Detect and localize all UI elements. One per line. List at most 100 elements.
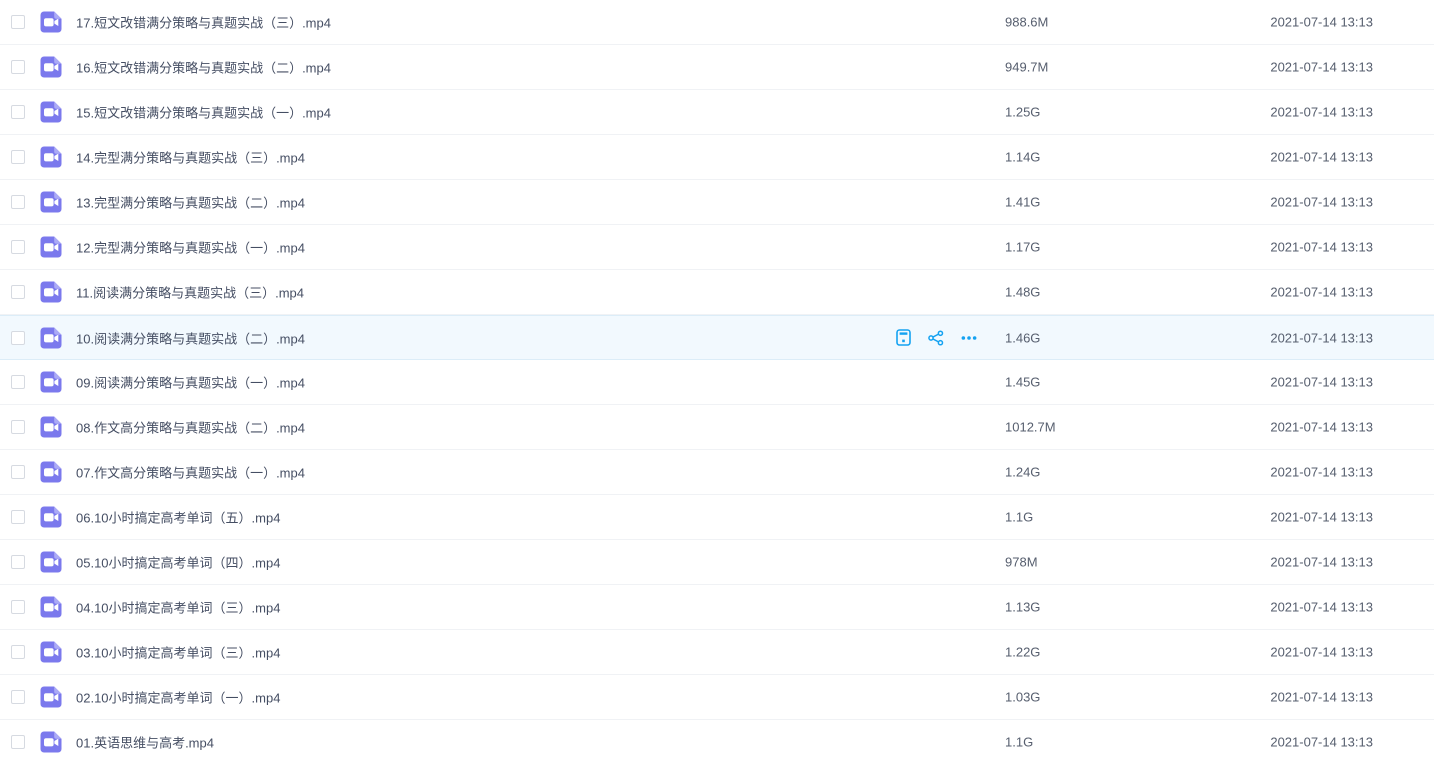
- file-name-link[interactable]: 03.10小时搞定高考单词（三）.mp4: [76, 643, 280, 662]
- file-name-link[interactable]: 17.短文改错满分策略与真题实战（三）.mp4: [76, 13, 331, 32]
- file-row[interactable]: 06.10小时搞定高考单词（五）.mp4: [0, 495, 1434, 540]
- file-name-link[interactable]: 07.作文高分策略与真题实战（一）.mp4: [76, 463, 305, 482]
- file-size: 1012.7M: [1005, 420, 1056, 435]
- file-name-link[interactable]: 11.阅读满分策略与真题实战（三）.mp4: [76, 283, 304, 302]
- video-file-icon: [40, 101, 62, 123]
- file-row[interactable]: 09.阅读满分策略与真题实战（一）.mp4: [0, 360, 1434, 405]
- file-size: 1.17G: [1005, 240, 1040, 255]
- row-checkbox[interactable]: [11, 510, 25, 524]
- file-name-link[interactable]: 05.10小时搞定高考单词（四）.mp4: [76, 553, 280, 572]
- file-size: 1.1G: [1005, 510, 1033, 525]
- file-modified-date: 2021-07-14 13:13: [1270, 105, 1373, 120]
- video-file-icon: [40, 551, 62, 573]
- video-file-icon: [40, 56, 62, 78]
- row-checkbox[interactable]: [11, 15, 25, 29]
- row-checkbox[interactable]: [11, 465, 25, 479]
- file-row[interactable]: 12.完型满分策略与真题实战（一）.mp4: [0, 225, 1434, 270]
- file-modified-date: 2021-07-14 13:13: [1270, 600, 1373, 615]
- file-row[interactable]: 10.阅读满分策略与真题实战（二）.mp4: [0, 315, 1434, 360]
- file-row[interactable]: 17.短文改错满分策略与真题实战（三）.mp4: [0, 0, 1434, 45]
- row-checkbox[interactable]: [11, 555, 25, 569]
- row-checkbox[interactable]: [11, 690, 25, 704]
- file-size: 1.24G: [1005, 465, 1040, 480]
- video-file-icon: [40, 641, 62, 663]
- video-file-icon: [40, 281, 62, 303]
- file-row[interactable]: 15.短文改错满分策略与真题实战（一）.mp4: [0, 90, 1434, 135]
- device-icon[interactable]: [895, 330, 911, 346]
- file-row[interactable]: 16.短文改错满分策略与真题实战（二）.mp4: [0, 45, 1434, 90]
- file-row[interactable]: 14.完型满分策略与真题实战（三）.mp4: [0, 135, 1434, 180]
- file-size: 949.7M: [1005, 60, 1048, 75]
- row-checkbox[interactable]: [11, 645, 25, 659]
- file-row[interactable]: 07.作文高分策略与真题实战（一）.mp4: [0, 450, 1434, 495]
- file-modified-date: 2021-07-14 13:13: [1270, 690, 1373, 705]
- file-size: 988.6M: [1005, 15, 1048, 30]
- file-modified-date: 2021-07-14 13:13: [1270, 735, 1373, 750]
- file-size: 1.13G: [1005, 600, 1040, 615]
- row-checkbox[interactable]: [11, 331, 25, 345]
- file-row[interactable]: 02.10小时搞定高考单词（一）.mp4: [0, 675, 1434, 720]
- file-size: 1.25G: [1005, 105, 1040, 120]
- video-file-icon: [40, 11, 62, 33]
- file-name-link[interactable]: 09.阅读满分策略与真题实战（一）.mp4: [76, 373, 305, 392]
- file-modified-date: 2021-07-14 13:13: [1270, 645, 1373, 660]
- file-row[interactable]: 08.作文高分策略与真题实战（二）.mp4: [0, 405, 1434, 450]
- file-size: 1.41G: [1005, 195, 1040, 210]
- file-modified-date: 2021-07-14 13:13: [1270, 420, 1373, 435]
- file-size: 1.1G: [1005, 735, 1033, 750]
- file-row[interactable]: 11.阅读满分策略与真题实战（三）.mp4: [0, 270, 1434, 315]
- video-file-icon: [40, 731, 62, 753]
- video-file-icon: [40, 191, 62, 213]
- video-file-icon: [40, 461, 62, 483]
- file-name-link[interactable]: 12.完型满分策略与真题实战（一）.mp4: [76, 238, 305, 257]
- row-checkbox[interactable]: [11, 60, 25, 74]
- video-file-icon: [40, 686, 62, 708]
- file-size: 1.14G: [1005, 150, 1040, 165]
- file-name-link[interactable]: 01.英语思维与高考.mp4: [76, 733, 214, 752]
- row-checkbox[interactable]: [11, 240, 25, 254]
- file-modified-date: 2021-07-14 13:13: [1270, 240, 1373, 255]
- row-checkbox[interactable]: [11, 735, 25, 749]
- file-row[interactable]: 04.10小时搞定高考单词（三）.mp4: [0, 585, 1434, 630]
- file-size: 1.46G: [1005, 330, 1040, 345]
- file-size: 1.03G: [1005, 690, 1040, 705]
- video-file-icon: [40, 371, 62, 393]
- video-file-icon: [40, 506, 62, 528]
- video-file-icon: [40, 327, 62, 349]
- row-checkbox[interactable]: [11, 285, 25, 299]
- file-name-link[interactable]: 16.短文改错满分策略与真题实战（二）.mp4: [76, 58, 331, 77]
- file-list: 17.短文改错满分策略与真题实战（三）.mp4: [0, 0, 1434, 764]
- file-name-link[interactable]: 15.短文改错满分策略与真题实战（一）.mp4: [76, 103, 331, 122]
- video-file-icon: [40, 236, 62, 258]
- file-size: 978M: [1005, 555, 1038, 570]
- file-row[interactable]: 05.10小时搞定高考单词（四）.mp4: [0, 540, 1434, 585]
- file-name-link[interactable]: 14.完型满分策略与真题实战（三）.mp4: [76, 148, 305, 167]
- file-row[interactable]: 03.10小时搞定高考单词（三）.mp4: [0, 630, 1434, 675]
- file-modified-date: 2021-07-14 13:13: [1270, 195, 1373, 210]
- row-checkbox[interactable]: [11, 150, 25, 164]
- share-icon[interactable]: [928, 330, 944, 346]
- row-checkbox[interactable]: [11, 600, 25, 614]
- file-modified-date: 2021-07-14 13:13: [1270, 555, 1373, 570]
- file-modified-date: 2021-07-14 13:13: [1270, 60, 1373, 75]
- row-hover-actions: [895, 330, 977, 346]
- video-file-icon: [40, 596, 62, 618]
- more-actions-icon[interactable]: [961, 330, 977, 346]
- row-checkbox[interactable]: [11, 195, 25, 209]
- file-row[interactable]: 13.完型满分策略与真题实战（二）.mp4: [0, 180, 1434, 225]
- file-name-link[interactable]: 08.作文高分策略与真题实战（二）.mp4: [76, 418, 305, 437]
- file-name-link[interactable]: 04.10小时搞定高考单词（三）.mp4: [76, 598, 280, 617]
- file-row[interactable]: 01.英语思维与高考.mp4: [0, 720, 1434, 764]
- file-name-link[interactable]: 06.10小时搞定高考单词（五）.mp4: [76, 508, 280, 527]
- file-modified-date: 2021-07-14 13:13: [1270, 15, 1373, 30]
- file-modified-date: 2021-07-14 13:13: [1270, 375, 1373, 390]
- file-name-link[interactable]: 13.完型满分策略与真题实战（二）.mp4: [76, 193, 305, 212]
- file-size: 1.45G: [1005, 375, 1040, 390]
- file-name-link[interactable]: 02.10小时搞定高考单词（一）.mp4: [76, 688, 280, 707]
- row-checkbox[interactable]: [11, 105, 25, 119]
- file-modified-date: 2021-07-14 13:13: [1270, 285, 1373, 300]
- row-checkbox[interactable]: [11, 375, 25, 389]
- row-checkbox[interactable]: [11, 420, 25, 434]
- file-name-link[interactable]: 10.阅读满分策略与真题实战（二）.mp4: [76, 328, 305, 347]
- file-modified-date: 2021-07-14 13:13: [1270, 330, 1373, 345]
